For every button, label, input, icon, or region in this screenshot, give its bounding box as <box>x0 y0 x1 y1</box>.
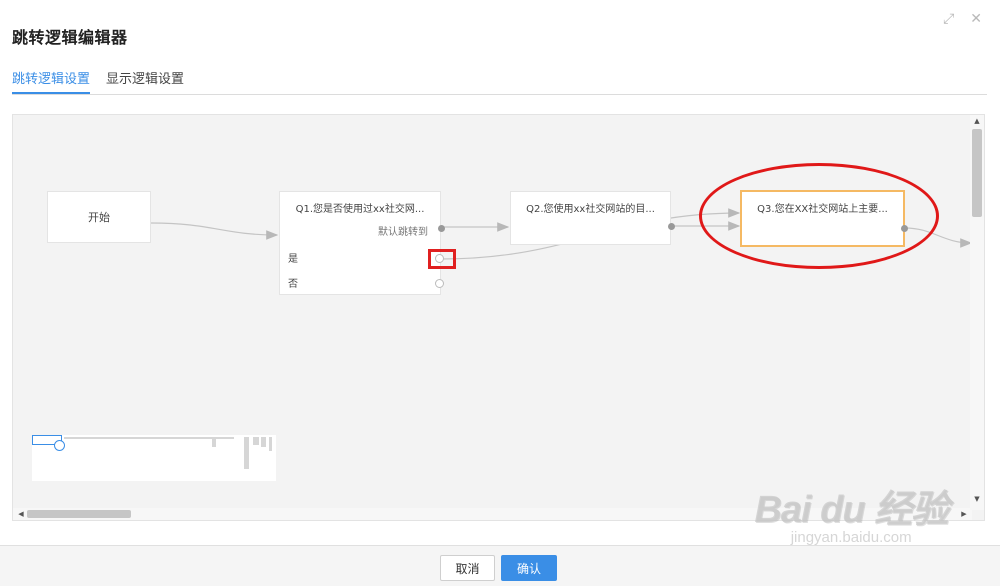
minimap-resize-handle[interactable] <box>54 440 65 451</box>
edge-start-to-q1 <box>150 222 279 240</box>
tab-bar: 跳转逻辑设置 显示逻辑设置 <box>12 68 987 95</box>
confirm-button[interactable]: 确认 <box>501 555 557 581</box>
q1-option-yes: 是 <box>288 254 298 265</box>
tab-display-logic[interactable]: 显示逻辑设置 <box>106 68 184 94</box>
horizontal-scroll-thumb[interactable] <box>27 510 131 518</box>
tab-jump-logic[interactable]: 跳转逻辑设置 <box>12 68 91 94</box>
q2-title: Q2.您使用xx社交网站的目... <box>526 204 655 215</box>
start-node-label: 开始 <box>88 211 110 224</box>
dialog-footer: 取消 确认 <box>0 545 1000 586</box>
minimap[interactable] <box>32 435 276 481</box>
vertical-scroll-thumb[interactable] <box>972 129 982 217</box>
dialog-title: 跳转逻辑编辑器 <box>12 28 128 47</box>
vertical-scrollbar[interactable]: ▲ ▼ <box>970 115 984 510</box>
scroll-right-icon[interactable]: ▶ <box>958 508 970 520</box>
window-controls: ⤢ ✕ <box>943 12 982 26</box>
q1-default-port[interactable] <box>438 225 445 232</box>
watermark-logo: Bai du 经验 <box>754 489 949 531</box>
cancel-button[interactable]: 取消 <box>440 555 495 581</box>
baidu-watermark: Bai du 经验 jingyan.baidu.com <box>754 478 949 546</box>
question-node-q1[interactable]: Q1.您是否使用过xx社交网... 默认跳转到 是 否 <box>279 191 445 295</box>
scroll-down-icon[interactable]: ▼ <box>970 495 984 503</box>
q1-default-jump-label: 默认跳转到 <box>378 227 428 238</box>
q2-out-port[interactable] <box>668 223 675 230</box>
close-icon[interactable]: ✕ <box>970 12 982 26</box>
scroll-left-icon[interactable]: ◀ <box>15 508 27 520</box>
q1-option-no-port[interactable] <box>435 279 444 288</box>
q1-title: Q1.您是否使用过xx社交网... <box>295 204 425 215</box>
start-node[interactable]: 开始 <box>47 191 151 243</box>
flow-canvas[interactable]: 开始 Q1.您是否使用过xx社交网... 默认跳转到 是 否 Q2.您使用xx社… <box>12 114 985 521</box>
annotation-red-box <box>428 249 456 269</box>
scroll-up-icon[interactable]: ▲ <box>970 117 984 125</box>
expand-icon[interactable]: ⤢ <box>943 12 954 26</box>
q1-option-no: 否 <box>288 279 298 290</box>
question-node-q2[interactable]: Q2.您使用xx社交网站的目... <box>510 191 675 245</box>
annotation-red-ellipse <box>699 163 939 269</box>
